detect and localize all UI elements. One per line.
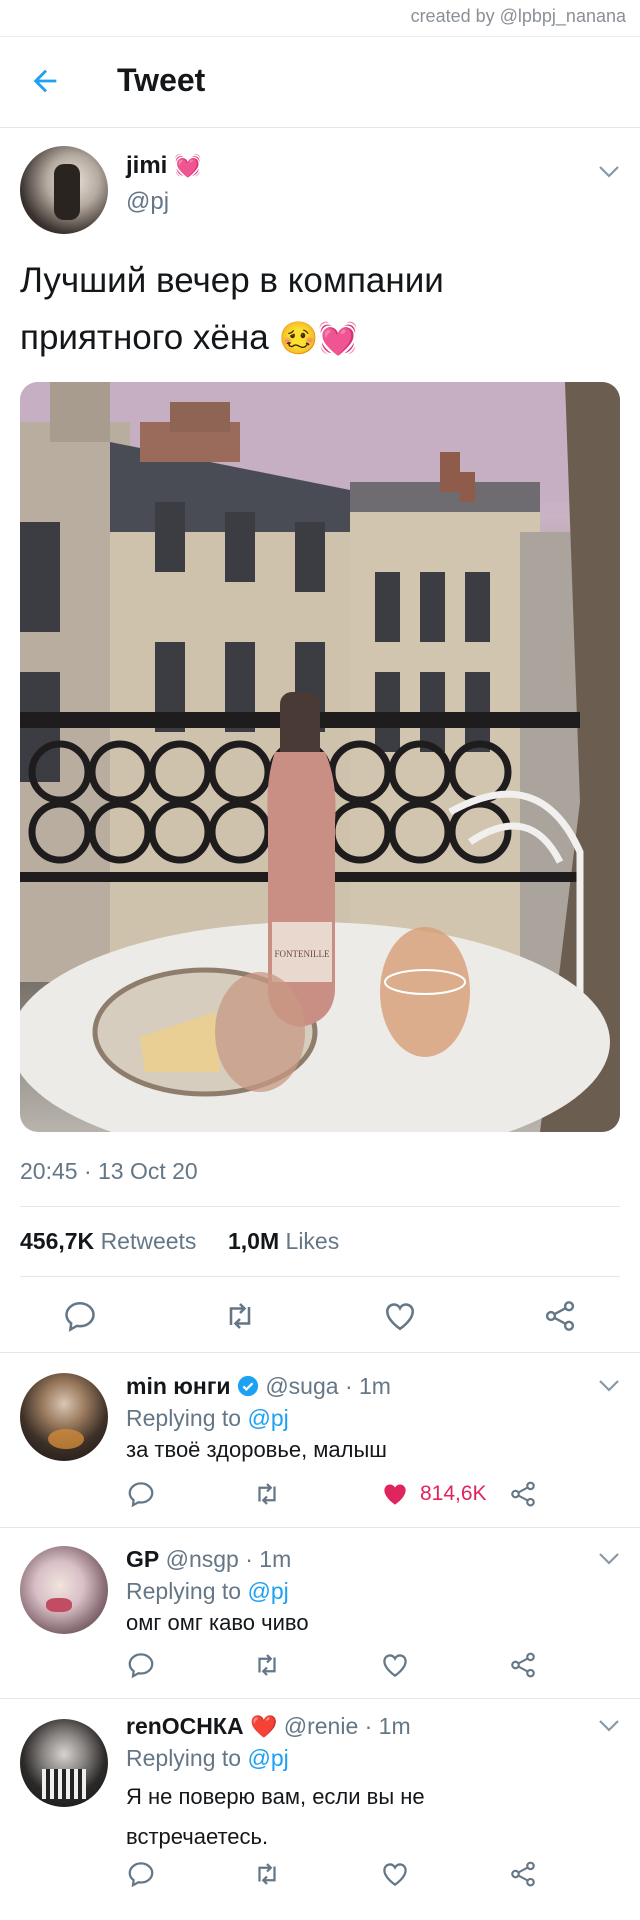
tweet-text-line1: Лучший вечер в компании	[20, 261, 444, 300]
retweet-icon[interactable]	[252, 1650, 282, 1680]
reply-icon[interactable]	[126, 1479, 156, 1509]
tweet-text-line2: приятного хёна	[20, 318, 269, 357]
retweets-label: Retweets	[100, 1228, 197, 1254]
tweet-emoji: 🥴💓	[278, 320, 359, 356]
reply-item[interactable]: min юнги @suga · 1m Replying to @pj за т…	[0, 1353, 640, 1528]
reply-author-name[interactable]: renОСНКА	[126, 1713, 244, 1739]
reply-header: renОСНКА ❤️ @renie · 1m	[126, 1713, 411, 1740]
avatar[interactable]	[20, 146, 108, 234]
share-icon[interactable]	[508, 1479, 538, 1509]
tweet-text: Лучший вечер в компании приятного хёна 🥴…	[20, 252, 444, 367]
replying-to: Replying to @pj	[126, 1405, 289, 1432]
tweet-timestamp[interactable]: 20:45 · 13 Oct 20	[20, 1158, 198, 1185]
reply-handle-time: @suga · 1m	[265, 1373, 391, 1399]
tweet-photo[interactable]: FONTENILLE	[20, 382, 620, 1132]
back-arrow-icon[interactable]	[28, 64, 62, 98]
photo-scene: FONTENILLE	[20, 382, 620, 1132]
avatar[interactable]	[20, 1546, 108, 1634]
chevron-down-icon[interactable]	[598, 165, 620, 179]
share-icon[interactable]	[542, 1298, 578, 1334]
replying-to-link[interactable]: @pj	[247, 1578, 288, 1604]
reply-icon[interactable]	[62, 1298, 98, 1334]
like-heart-icon[interactable]	[380, 1650, 410, 1680]
chevron-down-icon[interactable]	[598, 1379, 620, 1393]
reply-text: омг омг каво чиво	[126, 1610, 309, 1635]
like-heart-icon-filled[interactable]	[380, 1479, 410, 1509]
replying-to-link[interactable]: @pj	[247, 1745, 288, 1771]
heart-emoji: ❤️	[249, 1714, 278, 1739]
reply-icon[interactable]	[126, 1650, 156, 1680]
share-icon[interactable]	[508, 1650, 538, 1680]
bottle-label: FONTENILLE	[275, 949, 330, 959]
avatar[interactable]	[20, 1719, 108, 1807]
replying-to: Replying to @pj	[126, 1578, 289, 1605]
reply-like-count: 814,6K	[420, 1482, 487, 1505]
share-icon[interactable]	[508, 1859, 538, 1889]
top-divider	[0, 36, 640, 37]
header-divider	[0, 127, 640, 128]
author-name-text: jimi	[126, 152, 168, 179]
heart-emoji: 💓	[174, 153, 202, 178]
like-heart-icon[interactable]	[382, 1298, 418, 1334]
reply-text-line1: Я не поверю вам, если вы не	[126, 1784, 425, 1809]
reply-handle-time: @renie · 1m	[283, 1713, 411, 1739]
avatar[interactable]	[20, 1373, 108, 1461]
likes-count: 1,0M	[228, 1228, 280, 1254]
reply-text: за твоё здоровье, малыш	[126, 1437, 387, 1462]
reply-header: min юнги @suga · 1m	[126, 1373, 391, 1400]
retweets-count: 456,7K	[20, 1228, 95, 1254]
chevron-down-icon[interactable]	[598, 1719, 620, 1733]
replying-to: Replying to @pj	[126, 1745, 289, 1772]
retweets-stat[interactable]: 456,7K Retweets	[20, 1228, 196, 1255]
author-name[interactable]: jimi 💓	[126, 152, 201, 180]
chevron-down-icon[interactable]	[598, 1552, 620, 1566]
reply-text-line2: встречаетесь.	[126, 1824, 269, 1849]
reply-item[interactable]: renОСНКА ❤️ @renie · 1m Replying to @pj …	[0, 1699, 640, 1920]
reply-author-name[interactable]: GP	[126, 1546, 159, 1572]
retweet-icon[interactable]	[252, 1479, 282, 1509]
replying-prefix: Replying to	[126, 1745, 242, 1771]
page-title: Tweet	[117, 62, 206, 98]
reply-header: GP @nsgp · 1m	[126, 1546, 291, 1573]
replying-prefix: Replying to	[126, 1578, 242, 1604]
author-handle[interactable]: @pj	[126, 188, 169, 216]
replying-to-link[interactable]: @pj	[247, 1405, 288, 1431]
reply-text: Я не поверю вам, если вы не встречаетесь…	[126, 1777, 425, 1857]
like-heart-icon[interactable]	[380, 1859, 410, 1889]
stats-bottom-divider	[20, 1276, 620, 1277]
reply-handle-time: @nsgp · 1m	[165, 1546, 292, 1572]
reply-icon[interactable]	[126, 1859, 156, 1889]
stats-top-divider	[20, 1206, 620, 1207]
likes-stat[interactable]: 1,0M Likes	[228, 1228, 339, 1255]
replying-prefix: Replying to	[126, 1405, 242, 1431]
reply-item[interactable]: GP @nsgp · 1m Replying to @pj омг омг ка…	[0, 1528, 640, 1700]
verified-badge-icon	[237, 1375, 259, 1397]
likes-label: Likes	[285, 1228, 340, 1254]
retweet-icon[interactable]	[222, 1298, 258, 1334]
retweet-icon[interactable]	[252, 1859, 282, 1889]
reply-author-name[interactable]: min юнги	[126, 1373, 231, 1399]
credit-watermark: created by @lpbpj_nanana	[410, 6, 626, 26]
